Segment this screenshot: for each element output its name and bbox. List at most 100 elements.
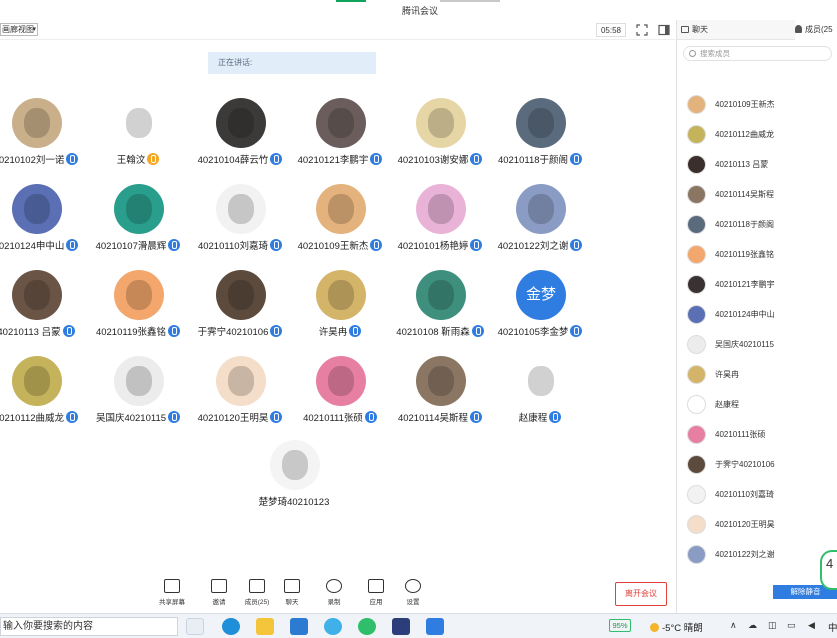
member-avatar: [687, 245, 706, 264]
participant-tile[interactable]: 金梦 40210105李金梦: [480, 270, 600, 355]
participant-name: 40210118于颜阁: [497, 155, 569, 166]
dev-tool-icon[interactable]: [392, 618, 410, 635]
member-list-item[interactable]: 40210118于颜阁: [687, 213, 837, 235]
avatar-picture: [228, 366, 254, 396]
member-list-item[interactable]: 40210122刘之谢: [687, 543, 837, 565]
participant-name-row: 40210122刘之谢: [470, 238, 610, 252]
display-icon[interactable]: ▭: [787, 620, 796, 631]
member-avatar: [687, 515, 706, 534]
avatar-picture: [24, 108, 50, 138]
chevron-up-icon[interactable]: ∧: [730, 620, 737, 631]
member-name: 40210119张鑫铭: [715, 250, 774, 259]
participant-avatar: [114, 356, 164, 406]
member-name: 40210124申中山: [715, 310, 775, 319]
weather-widget[interactable]: -5°C 晴朗: [650, 620, 703, 634]
participant-name: 40210107滑晨辉: [95, 241, 167, 252]
participant-name: 许昊冉: [318, 327, 348, 338]
leave-meeting-button[interactable]: 离开会议: [615, 582, 667, 606]
ie-browser-icon[interactable]: [324, 618, 342, 635]
member-avatar: [687, 215, 706, 234]
member-name: 40210112曲威龙: [715, 130, 774, 139]
participant-avatar: [114, 270, 164, 320]
participant-tile[interactable]: 赵康程: [480, 356, 600, 441]
member-list-item[interactable]: 40210109王新杰: [687, 93, 837, 115]
member-avatar: [687, 125, 706, 144]
member-avatar: [687, 395, 706, 414]
participant-name: 40210101杨艳婷: [397, 241, 469, 252]
member-avatar: [687, 185, 706, 204]
member-search-input[interactable]: 搜索成员: [683, 46, 832, 61]
mail-icon[interactable]: [290, 618, 308, 635]
participant-avatar: [270, 440, 320, 490]
member-list-item[interactable]: 40210121李鹏宇: [687, 273, 837, 295]
edge-browser-icon[interactable]: [222, 618, 240, 635]
participant-tile[interactable]: 40210122刘之谢: [480, 184, 600, 269]
participant-avatar: [316, 270, 366, 320]
member-list-item[interactable]: 40210110刘嘉琦: [687, 483, 837, 505]
taskbar-search-input[interactable]: 输入你要搜索的内容: [0, 617, 178, 636]
control-screen-share[interactable]: 共享屏幕: [155, 579, 189, 611]
participant-avatar: [12, 184, 62, 234]
network-icon[interactable]: ◫: [768, 620, 777, 631]
side-tabs: 聊天 成员(25: [677, 20, 837, 40]
avatar-picture: [528, 194, 554, 224]
participant-name: 40210105李金梦: [497, 327, 569, 338]
participant-tile[interactable]: 40210118于颜阁: [480, 98, 600, 183]
chat-tab-icon: [681, 26, 689, 33]
member-name: 40210122刘之谢: [715, 550, 775, 559]
file-explorer-icon[interactable]: [256, 618, 274, 635]
participant-name: 于霁宁40210106: [197, 327, 269, 338]
avatar-picture: [428, 366, 454, 396]
tencent-meeting-icon[interactable]: [426, 618, 444, 635]
screen-share-icon: [164, 579, 180, 593]
fullscreen-icon[interactable]: [636, 24, 648, 36]
member-list-item[interactable]: 于霁宁40210106: [687, 453, 837, 475]
member-name: 40210111张硕: [715, 430, 766, 439]
member-list-item[interactable]: 40210120王明昊: [687, 513, 837, 535]
wechat-icon[interactable]: [358, 618, 376, 635]
member-list-item[interactable]: 40210124申中山: [687, 303, 837, 325]
control-apps[interactable]: 应用: [359, 579, 393, 611]
battery-indicator[interactable]: 95%: [609, 619, 631, 632]
participant-avatar: [516, 184, 566, 234]
control-record[interactable]: 录制: [317, 579, 351, 611]
cloud-icon[interactable]: ☁: [748, 620, 757, 631]
task-view-icon[interactable]: [186, 618, 204, 635]
member-list-item[interactable]: 40210113 吕蒙: [687, 153, 837, 175]
member-avatar: [687, 455, 706, 474]
participant-name: 楚梦琦40210123: [258, 497, 330, 508]
participant-name: 40210120王明昊: [197, 413, 269, 424]
control-settings[interactable]: 设置: [396, 579, 430, 611]
chat-icon: [284, 579, 300, 593]
control-members[interactable]: 成员(25): [240, 579, 274, 611]
volume-icon[interactable]: ◀: [808, 620, 815, 631]
avatar-picture: [126, 108, 152, 138]
record-icon: [326, 579, 342, 593]
tab-members[interactable]: 成员(25: [795, 20, 837, 40]
member-name: 40210109王新杰: [715, 100, 775, 109]
control-label: 录制: [327, 599, 341, 606]
member-name: 40210118于颜阁: [715, 220, 774, 229]
member-list-item[interactable]: 40210111张硕: [687, 423, 837, 445]
member-list-item[interactable]: 许昊冉: [687, 363, 837, 385]
view-select[interactable]: 画廊视图 ▾: [0, 23, 38, 36]
title-accent-gray: [440, 0, 500, 2]
control-chat[interactable]: 聊天: [275, 579, 309, 611]
member-avatar: [687, 365, 706, 384]
member-list-item[interactable]: 40210112曲威龙: [687, 123, 837, 145]
participant-avatar: [416, 184, 466, 234]
layout-icon[interactable]: [658, 24, 670, 36]
mic-icon: [570, 325, 583, 337]
participant-avatar: [216, 98, 266, 148]
avatar-picture: [228, 280, 254, 310]
member-list-item[interactable]: 40210114吴斯程: [687, 183, 837, 205]
control-label: 成员(25): [244, 599, 270, 606]
mic-icon: [147, 153, 160, 165]
participant-tile[interactable]: 楚梦琦40210123: [234, 440, 354, 525]
member-list-item[interactable]: 40210119张鑫铭: [687, 243, 837, 265]
tab-chat[interactable]: 聊天: [681, 20, 737, 40]
ime-indicator[interactable]: 中: [828, 620, 837, 634]
control-invite[interactable]: 邀请: [202, 579, 236, 611]
member-list-item[interactable]: 赵康程: [687, 393, 837, 415]
member-list-item[interactable]: 吴国庆40210115: [687, 333, 837, 355]
